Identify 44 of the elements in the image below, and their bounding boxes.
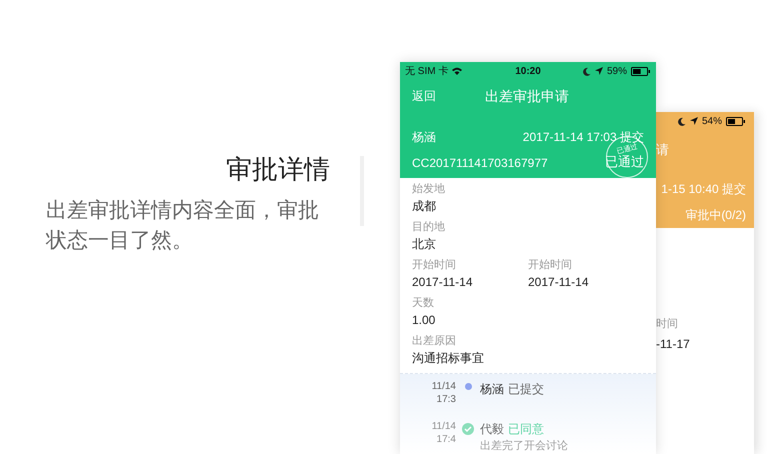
field-label: 开始时间 [528, 258, 573, 272]
feature-description: 出差审批详情内容全面，审批状态一目了然。 [46, 198, 320, 254]
field-label: 目的地 [412, 220, 446, 234]
approver-name: 代毅 [480, 420, 504, 438]
field-label: 出差原因 [412, 334, 457, 348]
field-value: -11-17 [656, 336, 691, 352]
field-label: 开始时间 [412, 258, 457, 272]
timeline-comment: 出差完了开会讨论 [480, 438, 568, 454]
applicant-name: 杨涵 [412, 129, 436, 146]
location-arrow-icon [690, 117, 698, 125]
screen-title: 出差审批申请 [485, 86, 569, 106]
field-label: 天数 [412, 296, 435, 310]
battery-percentage: 54% [702, 114, 722, 128]
battery-icon [726, 116, 746, 126]
field-label: 时间 [656, 317, 679, 332]
location-arrow-icon [595, 67, 603, 75]
field-value: 2017-11-14 [412, 274, 474, 290]
timeline-time: 17:3 [436, 392, 456, 406]
approver-name: 杨涵 [480, 380, 504, 398]
battery-icon [631, 66, 652, 76]
timeline-action: 已同意 [508, 420, 544, 438]
moon-icon [678, 116, 686, 126]
approval-status: 审批中(0/2) [685, 206, 746, 224]
back-button[interactable]: 返回 [412, 87, 436, 105]
moon-icon [583, 66, 591, 76]
field-value: 2017-11-14 [528, 274, 590, 290]
carrier-label: 无 SIM 卡 [405, 64, 448, 78]
submit-time: 1-15 10:40 提交 [661, 180, 746, 198]
feature-title: 审批详情 [226, 153, 330, 186]
field-value: 沟通招标事宜 [412, 350, 485, 366]
check-circle-icon [462, 422, 474, 434]
battery-percentage: 59% [607, 64, 628, 78]
field-value: 成都 [412, 198, 437, 214]
wifi-icon [452, 67, 462, 75]
field-value: 北京 [412, 236, 437, 252]
clock-time: 10:20 [515, 64, 541, 78]
timeline-date: 11/14 [432, 380, 456, 392]
title-fragment: 请 [656, 141, 669, 159]
timeline-date: 11/14 [432, 420, 456, 432]
timeline-action: 已提交 [508, 380, 544, 398]
timeline-time: 17:4 [436, 432, 456, 446]
request-code: CC201711141703167977 [412, 154, 548, 172]
field-label: 始发地 [412, 182, 446, 196]
field-value: 1.00 [412, 312, 436, 328]
